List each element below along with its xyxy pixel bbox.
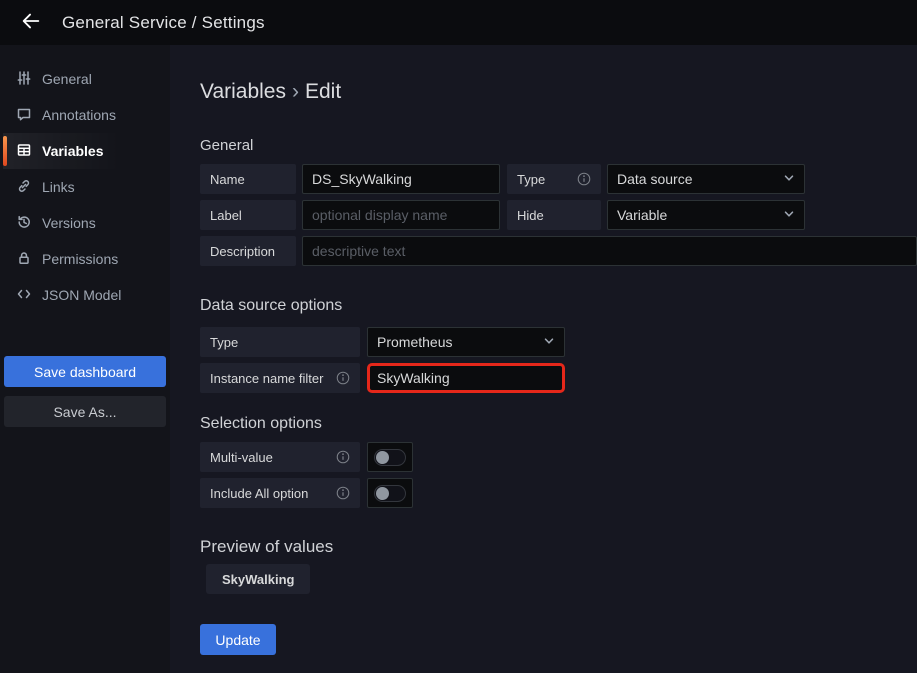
ds-type-field-label: Type [200, 327, 360, 357]
page-title: General Service / Settings [62, 13, 265, 33]
chevron-down-icon [783, 171, 795, 187]
breadcrumb-page: Edit [305, 80, 341, 103]
type-select[interactable]: Data source [607, 164, 805, 194]
settings-sidebar: General Annotations Variables [0, 45, 170, 673]
code-icon [16, 286, 32, 305]
save-dashboard-button[interactable]: Save dashboard [4, 356, 166, 387]
arrow-left-icon [20, 10, 42, 35]
instance-name-filter-input[interactable] [367, 363, 565, 393]
description-input[interactable] [302, 236, 917, 266]
info-icon[interactable] [336, 450, 350, 464]
preview-section-title: Preview of values [200, 537, 917, 556]
sliders-icon [16, 70, 32, 89]
general-section-title: General [200, 136, 917, 155]
info-icon[interactable] [336, 371, 350, 385]
name-field-label: Name [200, 164, 296, 194]
save-as-button[interactable]: Save As... [4, 396, 166, 427]
sidebar-item-links[interactable]: Links [0, 169, 170, 205]
sidebar-item-label: Links [42, 179, 75, 195]
instance-filter-field-label: Instance name filter [200, 363, 360, 393]
description-field-label: Description [200, 236, 296, 266]
include-all-field-label: Include All option [200, 478, 360, 508]
multi-value-toggle[interactable] [367, 442, 413, 472]
grid-icon [16, 142, 32, 161]
lock-icon [16, 250, 32, 269]
sidebar-item-json-model[interactable]: JSON Model [0, 277, 170, 313]
sidebar-item-label: General [42, 71, 92, 87]
sidebar-item-permissions[interactable]: Permissions [0, 241, 170, 277]
link-icon [16, 178, 32, 197]
chevron-down-icon [783, 207, 795, 223]
sidebar-item-label: Annotations [42, 107, 116, 123]
history-icon [16, 214, 32, 233]
info-icon[interactable] [577, 172, 591, 186]
multi-value-field-label: Multi-value [200, 442, 360, 472]
name-input[interactable] [302, 164, 500, 194]
chevron-down-icon [543, 334, 555, 350]
include-all-toggle[interactable] [367, 478, 413, 508]
label-input[interactable] [302, 200, 500, 230]
preview-value-chip: SkyWalking [206, 564, 310, 594]
type-field-label: Type [507, 164, 601, 194]
hide-field-label: Hide [507, 200, 601, 230]
selection-options-title: Selection options [200, 414, 917, 433]
datasource-type-select[interactable]: Prometheus [367, 327, 565, 357]
sidebar-item-label: Variables [42, 143, 104, 159]
info-icon[interactable] [336, 486, 350, 500]
sidebar-item-general[interactable]: General [0, 61, 170, 97]
update-button[interactable]: Update [200, 624, 276, 655]
sidebar-item-versions[interactable]: Versions [0, 205, 170, 241]
sidebar-item-label: JSON Model [42, 287, 121, 303]
sidebar-item-variables[interactable]: Variables [0, 133, 170, 169]
top-header: General Service / Settings [0, 0, 917, 45]
sidebar-item-annotations[interactable]: Annotations [0, 97, 170, 133]
hide-select[interactable]: Variable [607, 200, 805, 230]
comment-icon [16, 106, 32, 125]
breadcrumb: Variables›Edit [200, 78, 917, 105]
label-field-label: Label [200, 200, 296, 230]
back-button[interactable] [16, 8, 46, 38]
variables-edit-panel: Variables›Edit General Name Type Data so… [170, 45, 917, 673]
sidebar-item-label: Versions [42, 215, 96, 231]
breadcrumb-separator: › [286, 80, 305, 103]
datasource-options-title: Data source options [200, 296, 917, 315]
breadcrumb-section: Variables [200, 80, 286, 103]
sidebar-item-label: Permissions [42, 251, 118, 267]
